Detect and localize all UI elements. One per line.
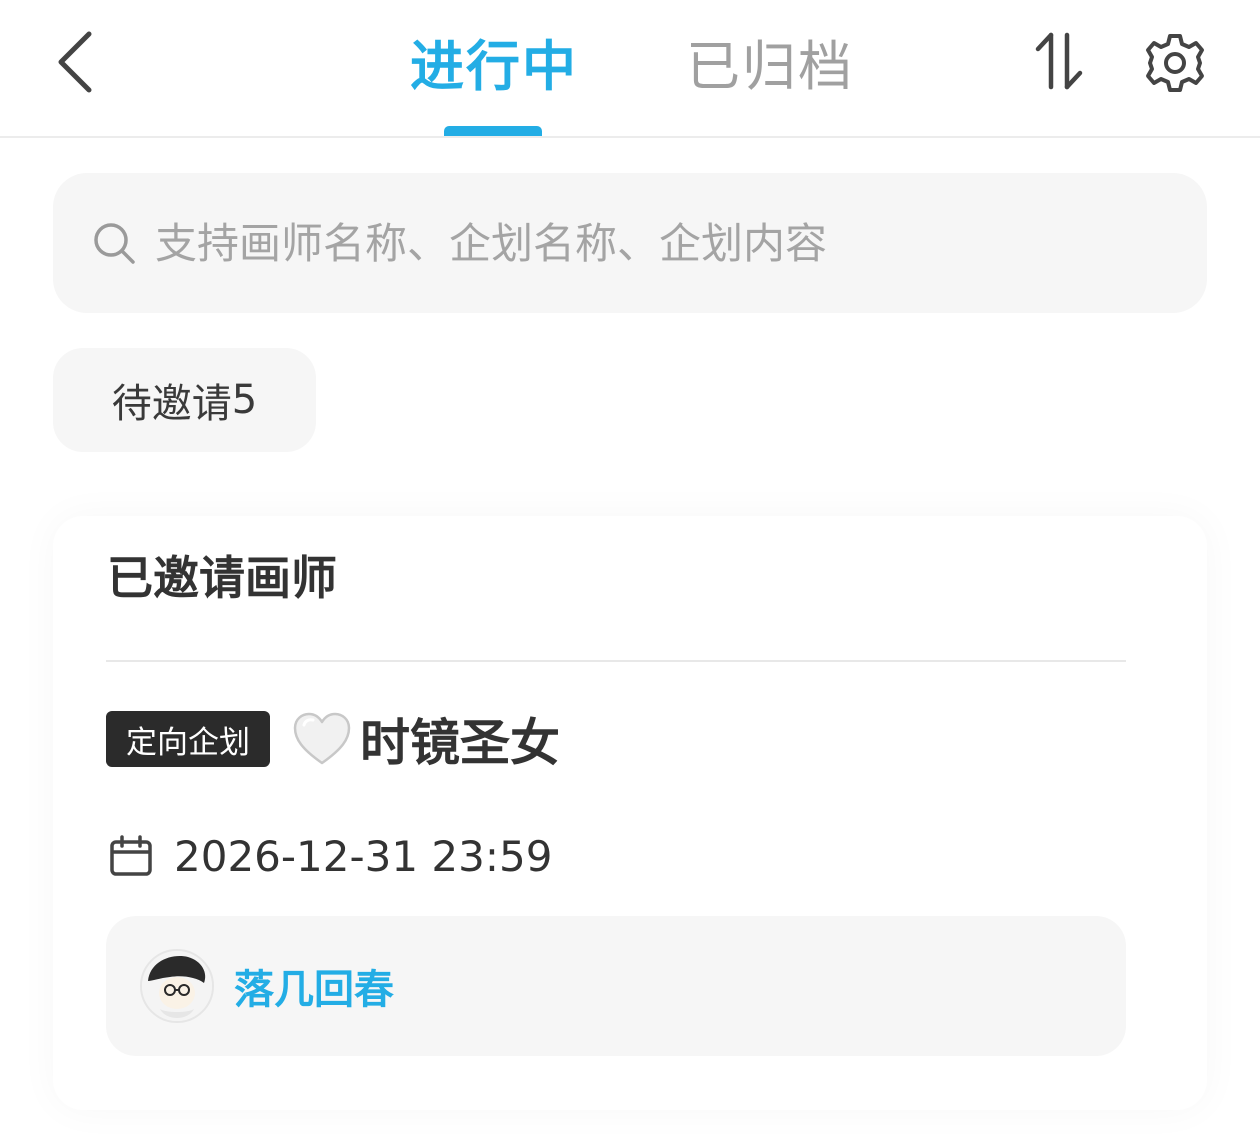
white-heart-icon [290,709,354,769]
sort-icon [1035,32,1083,90]
search-icon [89,218,139,268]
project-title: 时镜圣女 [360,714,560,772]
sort-button[interactable] [1026,28,1092,94]
artist-item[interactable]: 落几回春 [106,916,1126,1056]
deadline-row: 2026-12-31 23:59 [108,828,552,884]
back-button[interactable] [40,24,110,100]
tab-in-progress[interactable]: 进行中 [410,32,578,102]
tab-archived[interactable]: 已归档 [686,32,854,102]
filter-label: 待邀请 [111,381,232,427]
invited-artists-card: 已邀请画师 定向企划 时镜圣女 2026-12-31 23:59 落几回春 [53,516,1207,1110]
deadline-text: 2026-12-31 23:59 [174,831,553,881]
top-navigation-bar: 进行中 已归档 [0,0,1260,138]
avatar[interactable] [140,949,214,1023]
gear-icon [1146,34,1204,92]
settings-button[interactable] [1140,28,1210,98]
active-tab-indicator [444,126,542,136]
chevron-left-icon [58,31,92,93]
artist-name[interactable]: 落几回春 [234,957,394,1015]
search-input[interactable] [153,217,1117,269]
section-title: 已邀请画师 [107,551,337,605]
project-type-badge: 定向企划 [106,711,270,767]
divider [106,660,1126,662]
project-item[interactable]: 定向企划 时镜圣女 [106,704,560,774]
filter-count: 5 [231,377,258,423]
filter-pending-invite[interactable]: 待邀请 5 [53,348,316,452]
calendar-icon [108,833,154,879]
search-bar[interactable] [53,173,1207,313]
